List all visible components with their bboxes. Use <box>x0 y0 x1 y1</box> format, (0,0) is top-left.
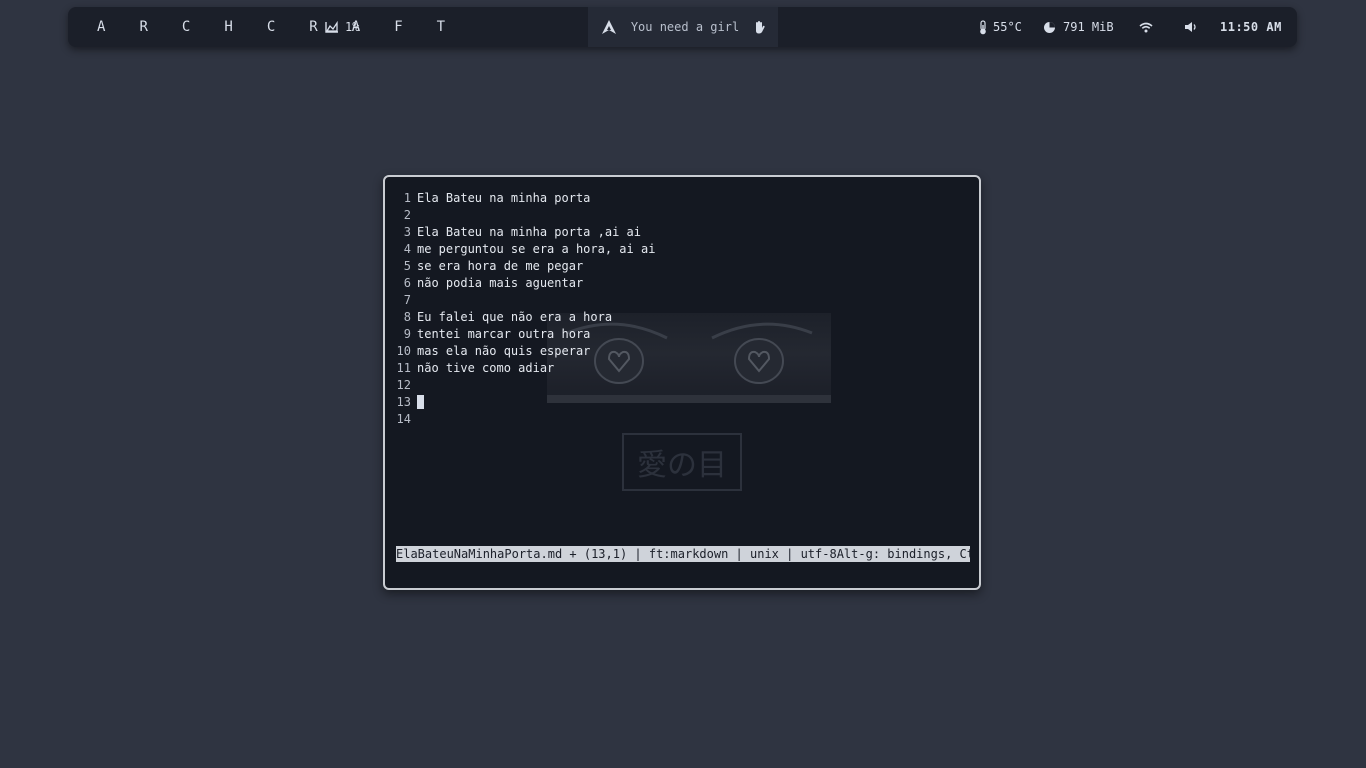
editor-line[interactable]: 6 não podia mais aguentar <box>395 275 655 292</box>
terminal-window[interactable]: 愛の目 1 Ela Bateu na minha porta 2 3 Ela Bateu… <box>383 175 981 590</box>
cpu-module[interactable]: 1% <box>325 7 359 47</box>
temperature-value: 55°C <box>993 20 1022 34</box>
memory-value: 791 MiB <box>1063 20 1114 34</box>
volume-icon <box>1184 21 1198 33</box>
editor-line[interactable]: 9 tentei marcar outra hora <box>395 326 655 343</box>
line-number: 6 <box>403 276 411 290</box>
workspace-brand[interactable]: A R C H C R A F T <box>97 7 458 47</box>
volume-module[interactable] <box>1184 7 1198 47</box>
line-number: 13 <box>396 395 411 409</box>
wifi-icon <box>1139 22 1153 33</box>
line-number: 8 <box>403 310 411 324</box>
editor-line[interactable]: 11 não tive como adiar <box>395 360 655 377</box>
hand-icon <box>753 20 765 34</box>
line-text[interactable]: tentei marcar outra hora <box>417 326 590 343</box>
chart-area-icon <box>325 21 339 33</box>
editor-line[interactable]: 12 <box>395 377 655 394</box>
line-number: 10 <box>396 344 411 358</box>
wifi-module[interactable] <box>1139 7 1153 47</box>
line-text[interactable]: me perguntou se era a hora, ai ai <box>417 241 655 258</box>
memory-module[interactable]: 791 MiB <box>1043 7 1114 47</box>
line-number: 12 <box>396 378 411 392</box>
top-bar: A R C H C R A F T 1% You need a girl 55°… <box>68 7 1297 47</box>
editor-buffer[interactable]: 1 Ela Bateu na minha porta 2 3 Ela Bateu na … <box>395 190 656 428</box>
pie-chart-icon <box>1043 21 1056 34</box>
line-number: 5 <box>403 259 411 273</box>
editor-line[interactable]: 1 Ela Bateu na minha porta <box>395 190 655 207</box>
archlinux-logo-icon <box>601 19 617 35</box>
line-text[interactable]: Ela Bateu na minha porta ,ai ai <box>417 224 641 241</box>
editor-line[interactable]: 10 mas ela não quis esperar <box>395 343 655 360</box>
line-number: 2 <box>403 208 411 222</box>
line-text[interactable]: não podia mais aguentar <box>417 275 583 292</box>
wallpaper-kanji: 愛の目 <box>622 433 742 491</box>
editor-line[interactable]: 3 Ela Bateu na minha porta ,ai ai <box>395 224 655 241</box>
window-title: You need a girl <box>630 20 740 34</box>
editor-line[interactable]: 13 <box>395 394 655 411</box>
editor-line[interactable]: 14 <box>395 411 655 428</box>
text-cursor <box>417 395 424 409</box>
line-text[interactable]: se era hora de me pegar <box>417 258 583 275</box>
editor-line[interactable]: 4 me perguntou se era a hora, ai ai <box>395 241 656 258</box>
line-number: 1 <box>403 191 411 205</box>
desktop: A R C H C R A F T 1% You need a girl 55°… <box>0 0 1366 768</box>
editor-line[interactable]: 5 se era hora de me pegar <box>395 258 655 275</box>
line-number: 3 <box>403 225 411 239</box>
line-text[interactable]: não tive como adiar <box>417 360 554 377</box>
line-number: 4 <box>403 242 411 256</box>
line-text[interactable]: Ela Bateu na minha porta <box>417 190 590 207</box>
editor-line[interactable]: 2 <box>395 207 655 224</box>
editor-line[interactable]: 8 Eu falei que não era a hora <box>395 309 655 326</box>
line-number: 9 <box>403 327 411 341</box>
temperature-module[interactable]: 55°C <box>978 7 1022 47</box>
line-text[interactable]: Eu falei que não era a hora <box>417 309 612 326</box>
line-number: 14 <box>396 412 411 426</box>
thermometer-icon <box>978 19 988 35</box>
vim-statusline: ElaBateuNaMinhaPorta.md + (13,1) | ft:ma… <box>396 546 970 562</box>
cpu-value: 1% <box>345 20 360 34</box>
window-title-module[interactable]: You need a girl <box>588 7 778 47</box>
editor-line[interactable]: 7 <box>395 292 655 309</box>
line-text[interactable]: mas ela não quis esperar <box>417 343 590 360</box>
line-number: 11 <box>396 361 411 375</box>
clock[interactable]: 11:50 AM <box>1220 7 1282 47</box>
line-number: 7 <box>403 293 411 307</box>
